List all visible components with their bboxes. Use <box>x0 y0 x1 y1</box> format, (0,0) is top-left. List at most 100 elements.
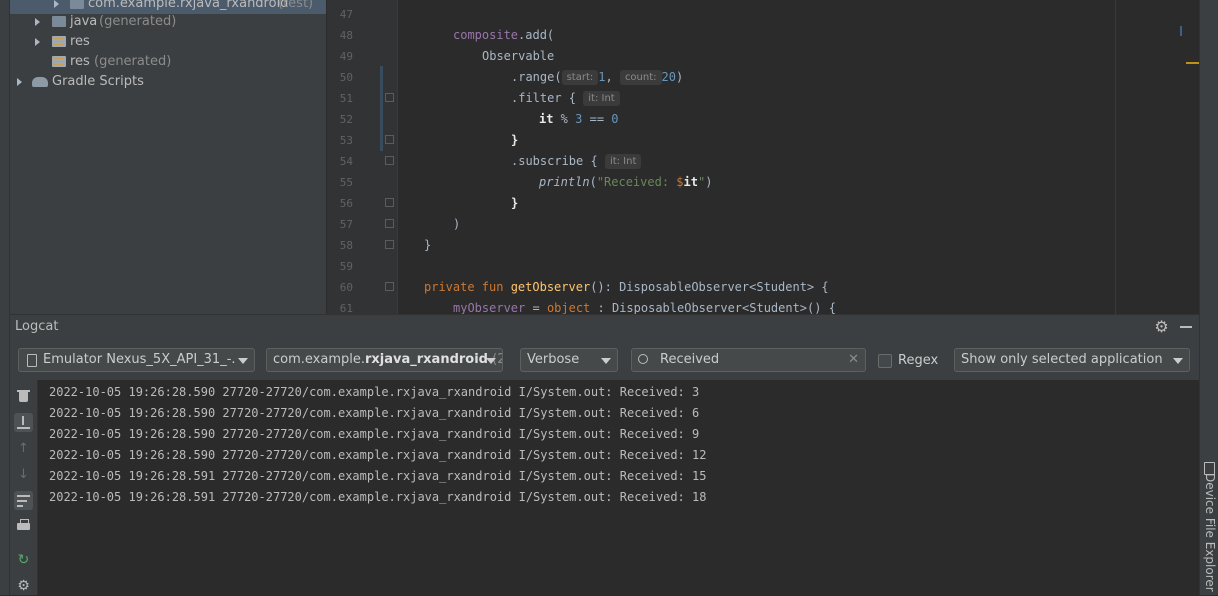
code-line-53: } <box>511 133 519 147</box>
line-number: 51 <box>339 92 353 105</box>
line-number: 48 <box>339 29 353 42</box>
chevron-right-icon[interactable] <box>35 18 40 26</box>
search-icon <box>638 354 648 364</box>
fold-icon[interactable] <box>385 198 394 207</box>
resource-folder-icon <box>52 36 66 47</box>
arrow-down-icon[interactable]: ↓ <box>14 465 33 484</box>
line-number: 49 <box>339 50 353 63</box>
log-line: 2022-10-05 19:26:28.590 27720-27720/com.… <box>49 427 700 441</box>
gradle-icon <box>32 77 48 87</box>
fold-icon[interactable] <box>385 282 394 291</box>
tree-item-gradle-scripts[interactable]: Gradle Scripts <box>10 72 326 92</box>
regex-label: Regex <box>898 353 939 368</box>
log-line: 2022-10-05 19:26:28.591 27720-27720/com.… <box>49 469 707 483</box>
log-line: 2022-10-05 19:26:28.591 27720-27720/com.… <box>49 490 707 504</box>
filter-selector-value: Show only selected application <box>961 352 1163 367</box>
code-line-50: .range(start: 1, count: 20) <box>511 70 684 85</box>
code-line-61: myObserver = object : DisposableObserver… <box>453 301 836 314</box>
log-line: 2022-10-05 19:26:28.590 27720-27720/com.… <box>49 406 700 420</box>
line-number: 57 <box>339 218 353 231</box>
code-line-52: it % 3 == 0 <box>539 112 619 126</box>
process-name: rxjava_rxandroid <box>364 352 488 367</box>
scroll-to-end-icon[interactable] <box>14 413 33 432</box>
editor-gutter: 47 48 49 50 51 52 53 54 55 56 57 58 59 6… <box>327 0 398 315</box>
device-icon <box>27 354 37 367</box>
minimize-icon[interactable] <box>1180 326 1192 328</box>
fold-icon[interactable] <box>385 93 394 102</box>
tree-item-java-generated[interactable]: java (generated) <box>10 12 326 32</box>
log-line: 2022-10-05 19:26:28.590 27720-27720/com.… <box>49 385 700 399</box>
line-number: 59 <box>339 260 353 273</box>
line-number: 56 <box>339 197 353 210</box>
change-marker <box>380 66 383 151</box>
process-selector[interactable]: com.example.rxjava_rxandroid (2 <box>266 348 503 372</box>
scroll-marker <box>1180 26 1182 36</box>
code-line-58: } <box>424 238 432 252</box>
log-level-value: Verbose <box>527 352 580 367</box>
line-number: 55 <box>339 176 353 189</box>
fold-icon[interactable] <box>385 219 394 228</box>
tree-item-label: Gradle Scripts <box>52 74 144 89</box>
right-margin-guide <box>1115 0 1116 314</box>
process-prefix: com.example. <box>273 352 365 367</box>
folder-icon <box>52 16 66 27</box>
code-line-49: Observable <box>482 49 555 63</box>
tree-item-label: res <box>70 34 90 49</box>
code-line-54: .subscribe { it: Int <box>511 151 642 172</box>
gear-icon[interactable]: ⚙ <box>1153 318 1170 335</box>
warning-marker[interactable] <box>1186 62 1199 64</box>
device-file-explorer-tab[interactable]: Device File Explorer <box>1202 473 1218 592</box>
code-line-56: } <box>511 196 519 210</box>
search-field[interactable]: Received ✕ <box>631 348 866 372</box>
line-number: 58 <box>339 239 353 252</box>
chevron-down-icon <box>238 358 248 364</box>
tree-item-suffix: (generated) <box>94 54 172 69</box>
parameter-hint: start: <box>561 70 599 85</box>
line-number: 54 <box>339 155 353 168</box>
tree-item-suffix: (generated) <box>99 14 177 29</box>
log-line: 2022-10-05 19:26:28.590 27720-27720/com.… <box>49 448 707 462</box>
soft-wrap-icon[interactable] <box>14 491 33 510</box>
line-number: 50 <box>339 71 353 84</box>
chevron-right-icon[interactable] <box>35 38 40 46</box>
line-number: 52 <box>339 113 353 126</box>
project-tree: com.example.rxjava_rxandroid (test) java… <box>10 0 326 314</box>
tree-item-res[interactable]: res <box>10 32 326 52</box>
tree-item-res-generated[interactable]: res (generated) <box>10 52 326 72</box>
line-number: 47 <box>339 8 353 21</box>
filter-selector[interactable]: Show only selected application <box>954 348 1190 372</box>
logcat-side-toolbar: ↑ ↓ ↻ ⚙ <box>10 380 38 595</box>
tree-item-label: java <box>70 14 98 29</box>
log-level-selector[interactable]: Verbose <box>520 348 618 372</box>
device-selector[interactable]: Emulator Nexus_5X_API_31_-. <box>18 348 255 372</box>
code-editor[interactable]: composite.add( Observable .range(start: 1… <box>398 0 1199 314</box>
resource-folder-icon <box>52 56 66 67</box>
device-selector-value: Emulator Nexus_5X_API_31_-. <box>43 352 236 367</box>
code-line-51: .filter { it: Int <box>511 88 620 109</box>
chevron-down-icon <box>486 358 496 364</box>
line-number: 53 <box>339 134 353 147</box>
type-hint: it: Int <box>604 154 642 169</box>
fold-icon[interactable] <box>385 156 394 165</box>
type-hint: it: Int <box>583 91 620 106</box>
logcat-header: Logcat ⚙ <box>10 314 1199 341</box>
trash-icon[interactable] <box>14 387 33 406</box>
clear-icon[interactable]: ✕ <box>848 349 859 371</box>
restart-icon[interactable]: ↻ <box>14 551 33 570</box>
parameter-hint: count: <box>619 70 662 85</box>
package-icon <box>70 0 84 9</box>
arrow-up-icon[interactable]: ↑ <box>14 439 33 458</box>
settings-icon[interactable]: ⚙ <box>14 577 33 596</box>
print-icon[interactable] <box>14 517 33 536</box>
chevron-right-icon[interactable] <box>17 78 22 86</box>
chevron-down-icon <box>1173 358 1183 364</box>
fold-icon[interactable] <box>385 135 394 144</box>
tree-item-label: res <box>70 54 90 69</box>
logcat-toolbar: Emulator Nexus_5X_API_31_-. com.example.… <box>10 340 1199 381</box>
regex-checkbox[interactable] <box>878 354 892 368</box>
line-number: 60 <box>339 281 353 294</box>
logcat-output[interactable]: 2022-10-05 19:26:28.590 27720-27720/com.… <box>38 380 1199 595</box>
chevron-right-icon[interactable] <box>54 0 59 8</box>
search-input[interactable]: Received <box>660 352 719 367</box>
fold-icon[interactable] <box>385 240 394 249</box>
